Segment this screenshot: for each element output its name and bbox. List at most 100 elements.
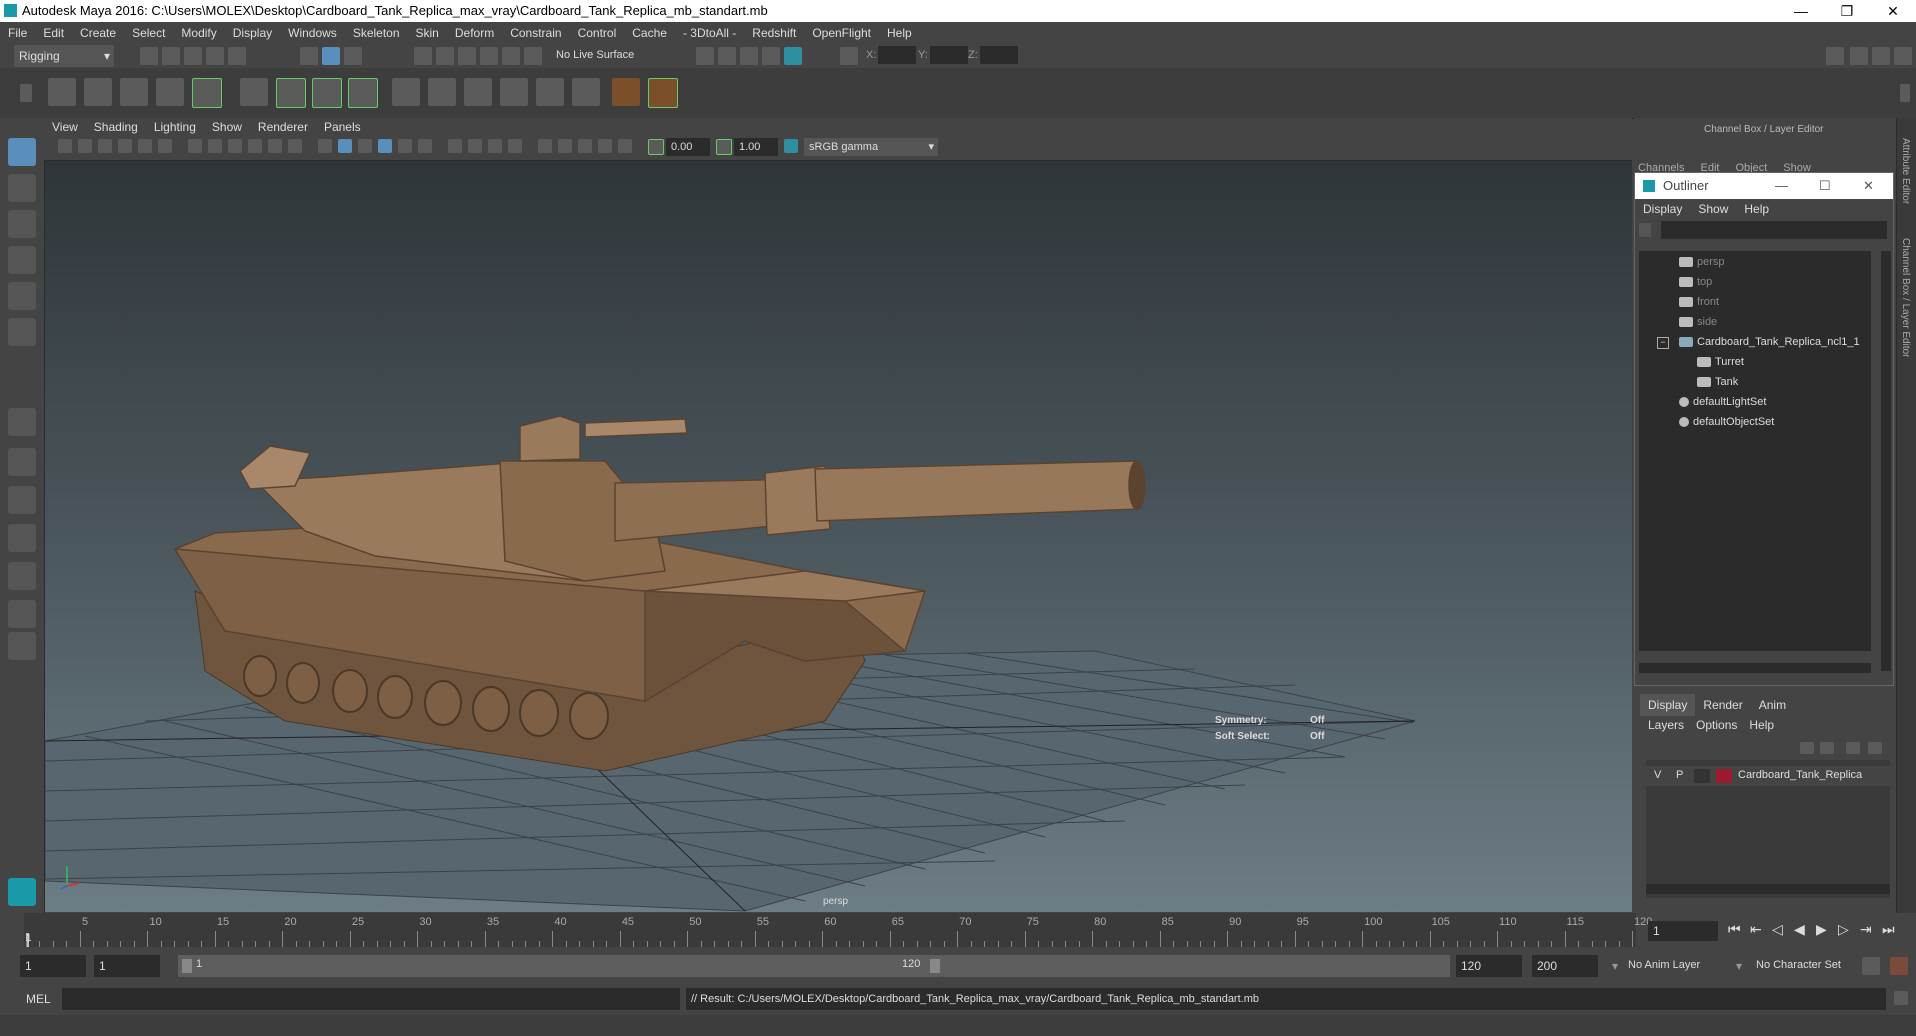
render-settings-icon[interactable] <box>696 47 714 65</box>
ik-spline-icon[interactable] <box>120 78 148 106</box>
depth-of-field-icon[interactable] <box>508 139 522 153</box>
script-editor-icon[interactable] <box>1894 991 1908 1005</box>
hypershade-icon[interactable] <box>762 47 780 65</box>
move-layer-down-icon[interactable] <box>1820 742 1834 754</box>
panel-menu-renderer[interactable]: Renderer <box>250 118 316 136</box>
menu-select[interactable]: Select <box>124 22 173 44</box>
select-object-icon[interactable] <box>322 47 340 65</box>
restore-button[interactable]: ❐ <box>1824 0 1870 22</box>
redshift-render-icon[interactable] <box>784 47 802 65</box>
safe-action-icon[interactable] <box>288 139 302 153</box>
new-empty-layer-icon[interactable] <box>1846 742 1860 754</box>
camera-select-icon[interactable] <box>58 139 72 153</box>
playback-end-field[interactable]: 120 <box>1456 955 1522 977</box>
backface-culling-icon[interactable] <box>618 139 632 153</box>
panel-menu-view[interactable]: View <box>44 118 86 136</box>
xray-components-icon[interactable] <box>598 139 612 153</box>
rotate-tool-icon[interactable] <box>8 282 36 310</box>
range-start-handle[interactable] <box>182 959 192 973</box>
use-all-lights-icon[interactable] <box>398 139 412 153</box>
textured-icon[interactable] <box>378 139 392 153</box>
layer-row[interactable]: V P Cardboard_Tank_Replica <box>1646 766 1890 786</box>
move-tool-icon[interactable] <box>8 246 36 274</box>
resolution-gate-icon[interactable] <box>228 139 242 153</box>
outliner-item-tank[interactable]: Tank <box>1697 373 1738 391</box>
layer-name[interactable]: Cardboard_Tank_Replica <box>1738 769 1862 781</box>
lattice-icon[interactable] <box>312 78 342 108</box>
persp-graph-layout-icon[interactable] <box>8 524 36 552</box>
outliner-vertical-scrollbar[interactable] <box>1881 251 1891 671</box>
outliner-titlebar[interactable]: Outliner — ☐ ✕ <box>1635 173 1893 199</box>
point-constraint-icon[interactable] <box>392 78 420 106</box>
outliner-item-side[interactable]: side <box>1679 313 1717 331</box>
panel-menu-show[interactable]: Show <box>204 118 250 136</box>
close-button[interactable]: ✕ <box>1870 0 1916 22</box>
color-management-icon[interactable] <box>784 139 798 153</box>
outliner-item-persp[interactable]: persp <box>1679 253 1725 271</box>
snap-surface-icon[interactable] <box>502 47 520 65</box>
layer-horizontal-scrollbar[interactable] <box>1646 884 1890 894</box>
four-view-layout-icon[interactable] <box>8 448 36 476</box>
outliner-horizontal-scrollbar[interactable] <box>1639 663 1871 673</box>
pole-vector-icon[interactable] <box>572 78 600 106</box>
menu-display[interactable]: Display <box>225 22 280 44</box>
gamma-field[interactable]: 1.00 <box>734 138 778 156</box>
bind-skin-icon[interactable] <box>240 78 268 106</box>
grease-pencil-icon[interactable] <box>158 139 172 153</box>
layer-tab-render[interactable]: Render <box>1695 694 1750 716</box>
range-end-handle[interactable] <box>930 959 940 973</box>
ik-handle-icon[interactable] <box>84 78 112 106</box>
go-to-start-icon[interactable]: ⏮ <box>1728 921 1741 938</box>
wireframe-icon[interactable] <box>318 139 332 153</box>
joint-tool-icon[interactable] <box>48 78 76 106</box>
grid-toggle-icon[interactable] <box>188 139 202 153</box>
outliner-item-turret[interactable]: Turret <box>1697 353 1744 371</box>
menuset-dropdown[interactable]: Rigging ▾ <box>14 45 114 67</box>
current-frame-field[interactable]: 1 <box>1648 921 1718 941</box>
select-hierarchy-icon[interactable] <box>300 47 318 65</box>
isolate-select-icon[interactable] <box>538 139 552 153</box>
lasso-tool-icon[interactable] <box>8 174 36 202</box>
camera-attributes-icon[interactable] <box>78 139 92 153</box>
anti-aliasing-icon[interactable] <box>488 139 502 153</box>
character-set-dropdown[interactable]: No Character Set <box>1756 959 1841 971</box>
menu-edit[interactable]: Edit <box>35 22 72 44</box>
layer-type-toggle[interactable] <box>1694 769 1710 783</box>
scale-tool-icon[interactable] <box>8 318 36 346</box>
layer-menu-options[interactable]: Options <box>1696 718 1749 732</box>
animation-preferences-icon[interactable] <box>1890 957 1908 975</box>
outliner-restore-icon[interactable]: ☐ <box>1819 173 1831 199</box>
modeling-toolkit-icon[interactable] <box>1826 47 1844 65</box>
outliner-filter-icon[interactable] <box>1639 223 1651 237</box>
mirror-joint-icon[interactable] <box>156 78 184 106</box>
outliner-menu-help[interactable]: Help <box>1736 199 1777 219</box>
outliner-item-defaultobjectset[interactable]: defaultObjectSet <box>1679 413 1774 431</box>
ipr-render-icon[interactable] <box>740 47 758 65</box>
playback-start-field[interactable]: 1 <box>94 955 160 977</box>
panel-menu-panels[interactable]: Panels <box>316 118 369 136</box>
open-scene-icon[interactable] <box>162 47 180 65</box>
auto-key-icon[interactable] <box>1862 957 1880 975</box>
orient-joint-icon[interactable] <box>192 78 222 108</box>
command-language-toggle[interactable]: MEL <box>26 992 51 1006</box>
exposure-icon[interactable] <box>648 139 664 155</box>
timeline-ruler[interactable]: 1 5 10 15 20 25 30 35 40 45 50 55 60 65 70 75 80 85 90 95 1… <box>24 913 1652 947</box>
menu-skeleton[interactable]: Skeleton <box>345 22 408 44</box>
menu-deform[interactable]: Deform <box>447 22 502 44</box>
collapse-icon[interactable]: − <box>1657 337 1669 349</box>
save-scene-icon[interactable] <box>184 47 202 65</box>
gate-mask-icon[interactable] <box>248 139 262 153</box>
y-field[interactable] <box>930 46 968 64</box>
outliner-search-input[interactable] <box>1661 221 1887 239</box>
paint-select-icon[interactable] <box>8 210 36 238</box>
menu-openflight[interactable]: OpenFlight <box>804 22 879 44</box>
menu-redshift[interactable]: Redshift <box>744 22 804 44</box>
layer-playback-toggle[interactable]: P <box>1676 769 1683 781</box>
perspective-viewport[interactable]: Symmetry: Off Soft Select: Off persp <box>45 161 1632 912</box>
cv-curve-icon[interactable] <box>648 78 678 108</box>
wireframe-on-shaded-icon[interactable] <box>358 139 372 153</box>
2d-pan-zoom-icon[interactable] <box>138 139 152 153</box>
layer-menu-layers[interactable]: Layers <box>1648 718 1696 732</box>
step-back-frame-icon[interactable]: ◁ <box>1772 921 1783 938</box>
menu-modify[interactable]: Modify <box>173 22 224 44</box>
